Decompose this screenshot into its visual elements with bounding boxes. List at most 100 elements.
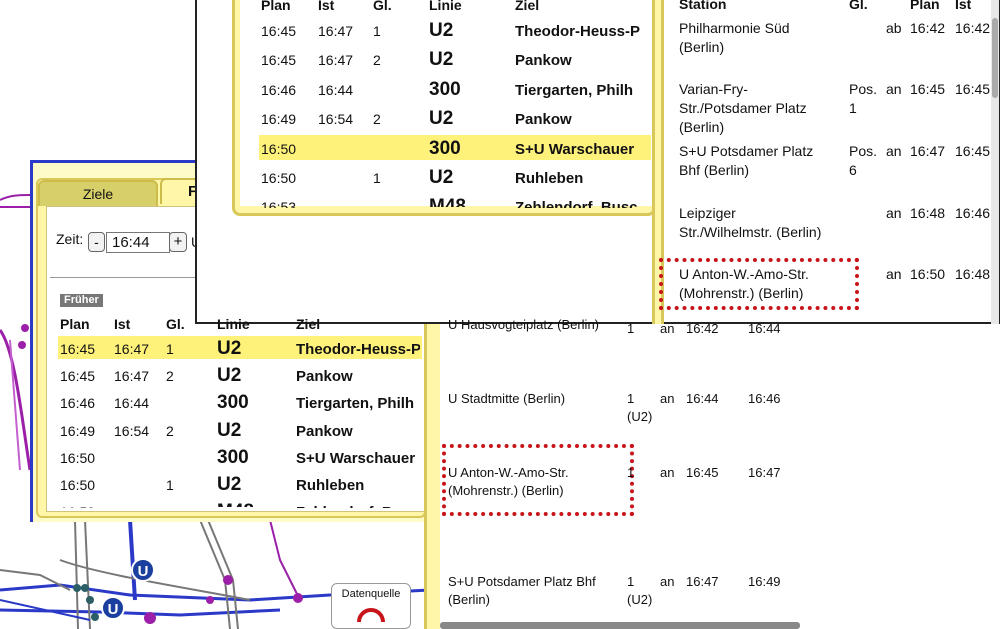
svg-text:U: U: [138, 563, 149, 580]
time-label: Zeit:: [56, 231, 84, 247]
earlier-button[interactable]: Früher: [60, 294, 103, 307]
table-cell-ziel[interactable]: S+U Warschauer: [515, 138, 649, 165]
table-cell-gl: [373, 138, 427, 165]
table-cell-ziel[interactable]: Tiergarten, Philh: [515, 79, 649, 106]
map-stop: [206, 596, 214, 604]
table-cell-gl: 2: [373, 111, 381, 128]
table-cell-linie: U2: [429, 20, 454, 41]
table-cell-ist: [318, 196, 371, 208]
data-source-label: Datenquelle: [341, 588, 401, 600]
u-bahn-icon: U: [101, 596, 125, 620]
table-cell-ist: [114, 502, 164, 508]
table-cell-plan: 16:45: [60, 368, 96, 385]
table-cell-plan: 16:45: [261, 52, 297, 69]
stop-ist: 16:48: [955, 266, 991, 282]
map-stop: [18, 341, 26, 349]
stop-station[interactable]: S+U Potsdamer Platz Bhf (Berlin): [679, 142, 813, 180]
stop-platform: 1 (U2): [627, 574, 653, 607]
table-cell-ziel[interactable]: Zehlendorf, Busc: [515, 196, 649, 208]
stop-name[interactable]: U Stadtmitte (Berlin): [448, 390, 565, 408]
table-cell-ziel[interactable]: Pankow: [296, 366, 420, 391]
stop-ist: 16:49: [748, 574, 781, 589]
table-cell-ziel[interactable]: Pankow: [515, 108, 649, 135]
table-cell-ziel[interactable]: Zehlendorf, Busc: [296, 502, 420, 508]
table-header: Linie: [429, 0, 462, 13]
stop-plan: 16:48: [910, 205, 946, 221]
table-cell-ist: [114, 448, 164, 473]
table-cell-ist: 16:54: [318, 111, 354, 128]
table-cell-ist: [114, 475, 164, 500]
stop-ist: 16:44: [748, 321, 781, 336]
tab-fahrplan[interactable]: F: [160, 178, 200, 204]
data-source-button[interactable]: Datenquelle: [331, 583, 411, 629]
table-cell-gl: 2: [373, 52, 381, 69]
stop-plan: 16:44: [686, 391, 719, 406]
table-cell-ziel[interactable]: Ruhleben: [515, 167, 649, 194]
stop-direction: an: [660, 321, 675, 336]
table-cell-linie: 300: [429, 137, 461, 159]
table-header: Ist: [318, 0, 335, 13]
stop-ist: 16:46: [748, 391, 781, 406]
table-cell-ziel[interactable]: Tiergarten, Philh: [296, 393, 420, 418]
table-header: Ziel: [296, 316, 321, 332]
table-cell-ist: 16:47: [114, 368, 150, 385]
table-cell-ziel[interactable]: Theodor-Heuss-Pl: [296, 339, 420, 364]
stop-ist: 16:42: [955, 20, 991, 36]
stop-name[interactable]: U Hausvogteiplatz (Berlin): [448, 316, 599, 334]
table-cell-linie: M48: [429, 196, 466, 207]
time-input[interactable]: 16:44: [106, 232, 170, 253]
stop-name[interactable]: U Anton-W.-Amo-Str. (Mohrenstr.) (Berlin…: [448, 464, 569, 500]
table-cell-ist: [318, 167, 371, 194]
tab-ziele[interactable]: Ziele: [38, 180, 158, 206]
table-cell-plan: 16:46: [261, 81, 297, 98]
stop-ist: 16:45: [955, 143, 991, 159]
table-cell-plan: 16:50: [261, 170, 297, 186]
stop-plan: 16:50: [910, 266, 946, 282]
stops-panel-edge: [424, 320, 440, 629]
table-header: Ist: [955, 0, 972, 12]
table-cell-linie: 300: [217, 446, 249, 468]
stop-platform: 1: [627, 321, 635, 336]
table-cell-plan: 16:49: [60, 422, 96, 439]
table-cell-ziel[interactable]: Pankow: [296, 421, 420, 446]
table-cell-plan: 16:46: [60, 395, 96, 412]
table-header: Gl.: [849, 0, 868, 12]
map-stop: [144, 612, 156, 624]
table-cell-plan: 16:45: [261, 23, 297, 39]
stop-station[interactable]: Varian-Fry- Str./Potsdamer Platz (Berlin…: [679, 80, 807, 137]
table-cell-ziel[interactable]: S+U Warschauer: [296, 448, 420, 473]
stop-station[interactable]: Philharmonie Süd (Berlin): [679, 19, 790, 57]
table-header: Plan: [910, 0, 940, 12]
time-increment-button[interactable]: +: [169, 232, 187, 252]
table-cell-ziel[interactable]: Theodor-Heuss-P: [515, 20, 649, 47]
table-header: Gl.: [166, 316, 185, 332]
table-cell-ist: [318, 138, 371, 165]
table-cell-ziel[interactable]: Ruhleben: [296, 475, 420, 500]
table-cell-gl: [166, 448, 215, 473]
stop-station[interactable]: Leipziger Str./Wilhelmstr. (Berlin): [679, 204, 821, 242]
table-header: Plan: [261, 0, 291, 13]
table-cell-gl: 1: [166, 477, 174, 493]
map-stop: [293, 593, 303, 603]
stop-name[interactable]: S+U Potsdamer Platz Bhf (Berlin): [448, 573, 596, 609]
table-cell-ist: 16:47: [318, 52, 354, 69]
map-line: [0, 608, 281, 617]
stop-plan: 16:45: [686, 465, 719, 480]
table-cell-plan: 16:49: [261, 111, 297, 128]
table-cell-gl: 1: [373, 170, 381, 186]
stop-plan: 16:45: [910, 81, 946, 97]
table-cell-gl: [373, 79, 427, 106]
map-line: [128, 519, 137, 601]
map-line: [9, 339, 21, 471]
table-header: Ist: [114, 316, 131, 332]
table-cell-gl: 1: [373, 23, 381, 39]
stop-station[interactable]: U Anton-W.-Amo-Str. (Mohrenstr.) (Berlin…: [679, 265, 809, 303]
scrollbar-thumb[interactable]: [992, 18, 998, 98]
horizontal-scrollbar[interactable]: [440, 622, 800, 629]
table-header: Plan: [60, 316, 90, 332]
table-cell-ziel[interactable]: Pankow: [515, 49, 649, 76]
table-cell-linie: U2: [429, 49, 454, 71]
table-cell-linie: U2: [217, 474, 242, 495]
table-cell-gl: 2: [166, 368, 174, 385]
time-decrement-button[interactable]: -: [88, 232, 105, 252]
